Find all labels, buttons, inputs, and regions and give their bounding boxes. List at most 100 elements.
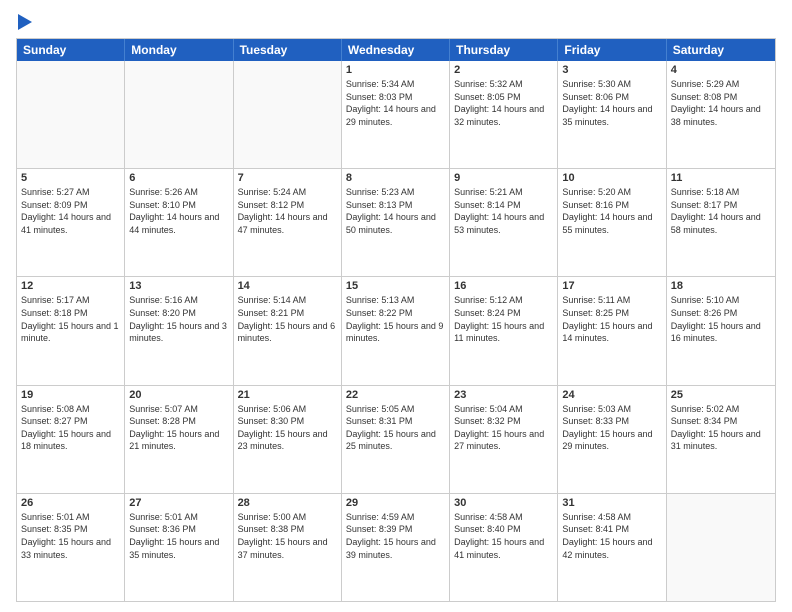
calendar-day-empty	[125, 61, 233, 168]
day-number: 4	[671, 64, 771, 76]
calendar-body: 1Sunrise: 5:34 AMSunset: 8:03 PMDaylight…	[17, 61, 775, 601]
daylight-text: Daylight: 14 hours and 44 minutes.	[129, 211, 228, 236]
daylight-text: Daylight: 15 hours and 18 minutes.	[21, 428, 120, 453]
day-number: 19	[21, 389, 120, 401]
sunrise-text: Sunrise: 5:01 AM	[129, 511, 228, 524]
header-cell-sunday: Sunday	[17, 39, 125, 61]
sunrise-text: Sunrise: 5:17 AM	[21, 294, 120, 307]
daylight-text: Daylight: 14 hours and 58 minutes.	[671, 211, 771, 236]
sunrise-text: Sunrise: 5:08 AM	[21, 403, 120, 416]
daylight-text: Daylight: 14 hours and 38 minutes.	[671, 103, 771, 128]
day-number: 13	[129, 280, 228, 292]
daylight-text: Daylight: 15 hours and 14 minutes.	[562, 320, 661, 345]
day-number: 12	[21, 280, 120, 292]
sunset-text: Sunset: 8:32 PM	[454, 415, 553, 428]
calendar-week-4: 19Sunrise: 5:08 AMSunset: 8:27 PMDayligh…	[17, 386, 775, 494]
sunrise-text: Sunrise: 5:29 AM	[671, 78, 771, 91]
day-number: 23	[454, 389, 553, 401]
daylight-text: Daylight: 15 hours and 16 minutes.	[671, 320, 771, 345]
daylight-text: Daylight: 15 hours and 41 minutes.	[454, 536, 553, 561]
calendar-day-21: 21Sunrise: 5:06 AMSunset: 8:30 PMDayligh…	[234, 386, 342, 493]
sunset-text: Sunset: 8:08 PM	[671, 91, 771, 104]
day-number: 5	[21, 172, 120, 184]
calendar-day-16: 16Sunrise: 5:12 AMSunset: 8:24 PMDayligh…	[450, 277, 558, 384]
sunrise-text: Sunrise: 5:27 AM	[21, 186, 120, 199]
sunset-text: Sunset: 8:34 PM	[671, 415, 771, 428]
daylight-text: Daylight: 15 hours and 29 minutes.	[562, 428, 661, 453]
logo	[16, 16, 32, 30]
sunset-text: Sunset: 8:31 PM	[346, 415, 445, 428]
sunrise-text: Sunrise: 5:06 AM	[238, 403, 337, 416]
logo-arrow-icon	[18, 14, 32, 30]
sunrise-text: Sunrise: 5:14 AM	[238, 294, 337, 307]
page-header	[16, 16, 776, 30]
daylight-text: Daylight: 15 hours and 9 minutes.	[346, 320, 445, 345]
calendar-day-empty	[234, 61, 342, 168]
sunrise-text: Sunrise: 4:58 AM	[562, 511, 661, 524]
sunrise-text: Sunrise: 5:10 AM	[671, 294, 771, 307]
daylight-text: Daylight: 15 hours and 6 minutes.	[238, 320, 337, 345]
sunrise-text: Sunrise: 5:12 AM	[454, 294, 553, 307]
sunset-text: Sunset: 8:30 PM	[238, 415, 337, 428]
daylight-text: Daylight: 14 hours and 29 minutes.	[346, 103, 445, 128]
calendar-day-23: 23Sunrise: 5:04 AMSunset: 8:32 PMDayligh…	[450, 386, 558, 493]
daylight-text: Daylight: 15 hours and 35 minutes.	[129, 536, 228, 561]
sunset-text: Sunset: 8:10 PM	[129, 199, 228, 212]
daylight-text: Daylight: 15 hours and 33 minutes.	[21, 536, 120, 561]
calendar-week-2: 5Sunrise: 5:27 AMSunset: 8:09 PMDaylight…	[17, 169, 775, 277]
header-cell-thursday: Thursday	[450, 39, 558, 61]
daylight-text: Daylight: 15 hours and 31 minutes.	[671, 428, 771, 453]
calendar-day-9: 9 Sunrise: 5:21 AMSunset: 8:14 PMDaylight…	[450, 169, 558, 276]
sunrise-text: Sunrise: 5:13 AM	[346, 294, 445, 307]
daylight-text: Daylight: 15 hours and 21 minutes.	[129, 428, 228, 453]
day-number: 1	[346, 64, 445, 76]
sunset-text: Sunset: 8:09 PM	[21, 199, 120, 212]
sunrise-text: Sunrise: 5:11 AM	[562, 294, 661, 307]
calendar-day-1: 1Sunrise: 5:34 AMSunset: 8:03 PMDaylight…	[342, 61, 450, 168]
sunset-text: Sunset: 8:40 PM	[454, 523, 553, 536]
header-cell-tuesday: Tuesday	[234, 39, 342, 61]
day-number: 26	[21, 497, 120, 509]
daylight-text: Daylight: 15 hours and 25 minutes.	[346, 428, 445, 453]
day-number: 7	[238, 172, 337, 184]
sunset-text: Sunset: 8:38 PM	[238, 523, 337, 536]
calendar-header: SundayMondayTuesdayWednesdayThursdayFrid…	[17, 39, 775, 61]
sunrise-text: Sunrise: 5:20 AM	[562, 186, 661, 199]
sunset-text: Sunset: 8:14 PM	[454, 199, 553, 212]
calendar-day-26: 26Sunrise: 5:01 AMSunset: 8:35 PMDayligh…	[17, 494, 125, 601]
daylight-text: Daylight: 15 hours and 11 minutes.	[454, 320, 553, 345]
day-number: 2	[454, 64, 553, 76]
calendar-day-20: 20 Sunrise: 5:07 AMSunset: 8:28 PMDayligh…	[125, 386, 233, 493]
sunrise-text: Sunrise: 4:58 AM	[454, 511, 553, 524]
calendar-day-13: 13Sunrise: 5:16 AMSunset: 8:20 PMDayligh…	[125, 277, 233, 384]
day-number: 14	[238, 280, 337, 292]
sunrise-text: Sunrise: 5:21 AM	[454, 186, 553, 199]
sunset-text: Sunset: 8:26 PM	[671, 307, 771, 320]
calendar-day-18: 18Sunrise: 5:10 AMSunset: 8:26 PMDayligh…	[667, 277, 775, 384]
sunset-text: Sunset: 8:33 PM	[562, 415, 661, 428]
calendar-day-15: 15Sunrise: 5:13 AMSunset: 8:22 PMDayligh…	[342, 277, 450, 384]
sunrise-text: Sunrise: 5:07 AM	[129, 403, 228, 416]
sunset-text: Sunset: 8:20 PM	[129, 307, 228, 320]
header-cell-wednesday: Wednesday	[342, 39, 450, 61]
daylight-text: Daylight: 14 hours and 53 minutes.	[454, 211, 553, 236]
calendar-day-8: 8Sunrise: 5:23 AMSunset: 8:13 PMDaylight…	[342, 169, 450, 276]
sunset-text: Sunset: 8:22 PM	[346, 307, 445, 320]
calendar-day-3: 3Sunrise: 5:30 AMSunset: 8:06 PMDaylight…	[558, 61, 666, 168]
calendar-day-2: 2Sunrise: 5:32 AMSunset: 8:05 PMDaylight…	[450, 61, 558, 168]
daylight-text: Daylight: 15 hours and 1 minute.	[21, 320, 120, 345]
sunset-text: Sunset: 8:21 PM	[238, 307, 337, 320]
day-number: 20	[129, 389, 228, 401]
sunrise-text: Sunrise: 5:24 AM	[238, 186, 337, 199]
sunset-text: Sunset: 8:05 PM	[454, 91, 553, 104]
sunset-text: Sunset: 8:12 PM	[238, 199, 337, 212]
sunrise-text: Sunrise: 5:30 AM	[562, 78, 661, 91]
day-number: 9	[454, 172, 553, 184]
sunrise-text: Sunrise: 5:04 AM	[454, 403, 553, 416]
sunrise-text: Sunrise: 5:23 AM	[346, 186, 445, 199]
day-number: 29	[346, 497, 445, 509]
sunset-text: Sunset: 8:28 PM	[129, 415, 228, 428]
calendar: SundayMondayTuesdayWednesdayThursdayFrid…	[16, 38, 776, 602]
daylight-text: Daylight: 14 hours and 41 minutes.	[21, 211, 120, 236]
daylight-text: Daylight: 15 hours and 37 minutes.	[238, 536, 337, 561]
